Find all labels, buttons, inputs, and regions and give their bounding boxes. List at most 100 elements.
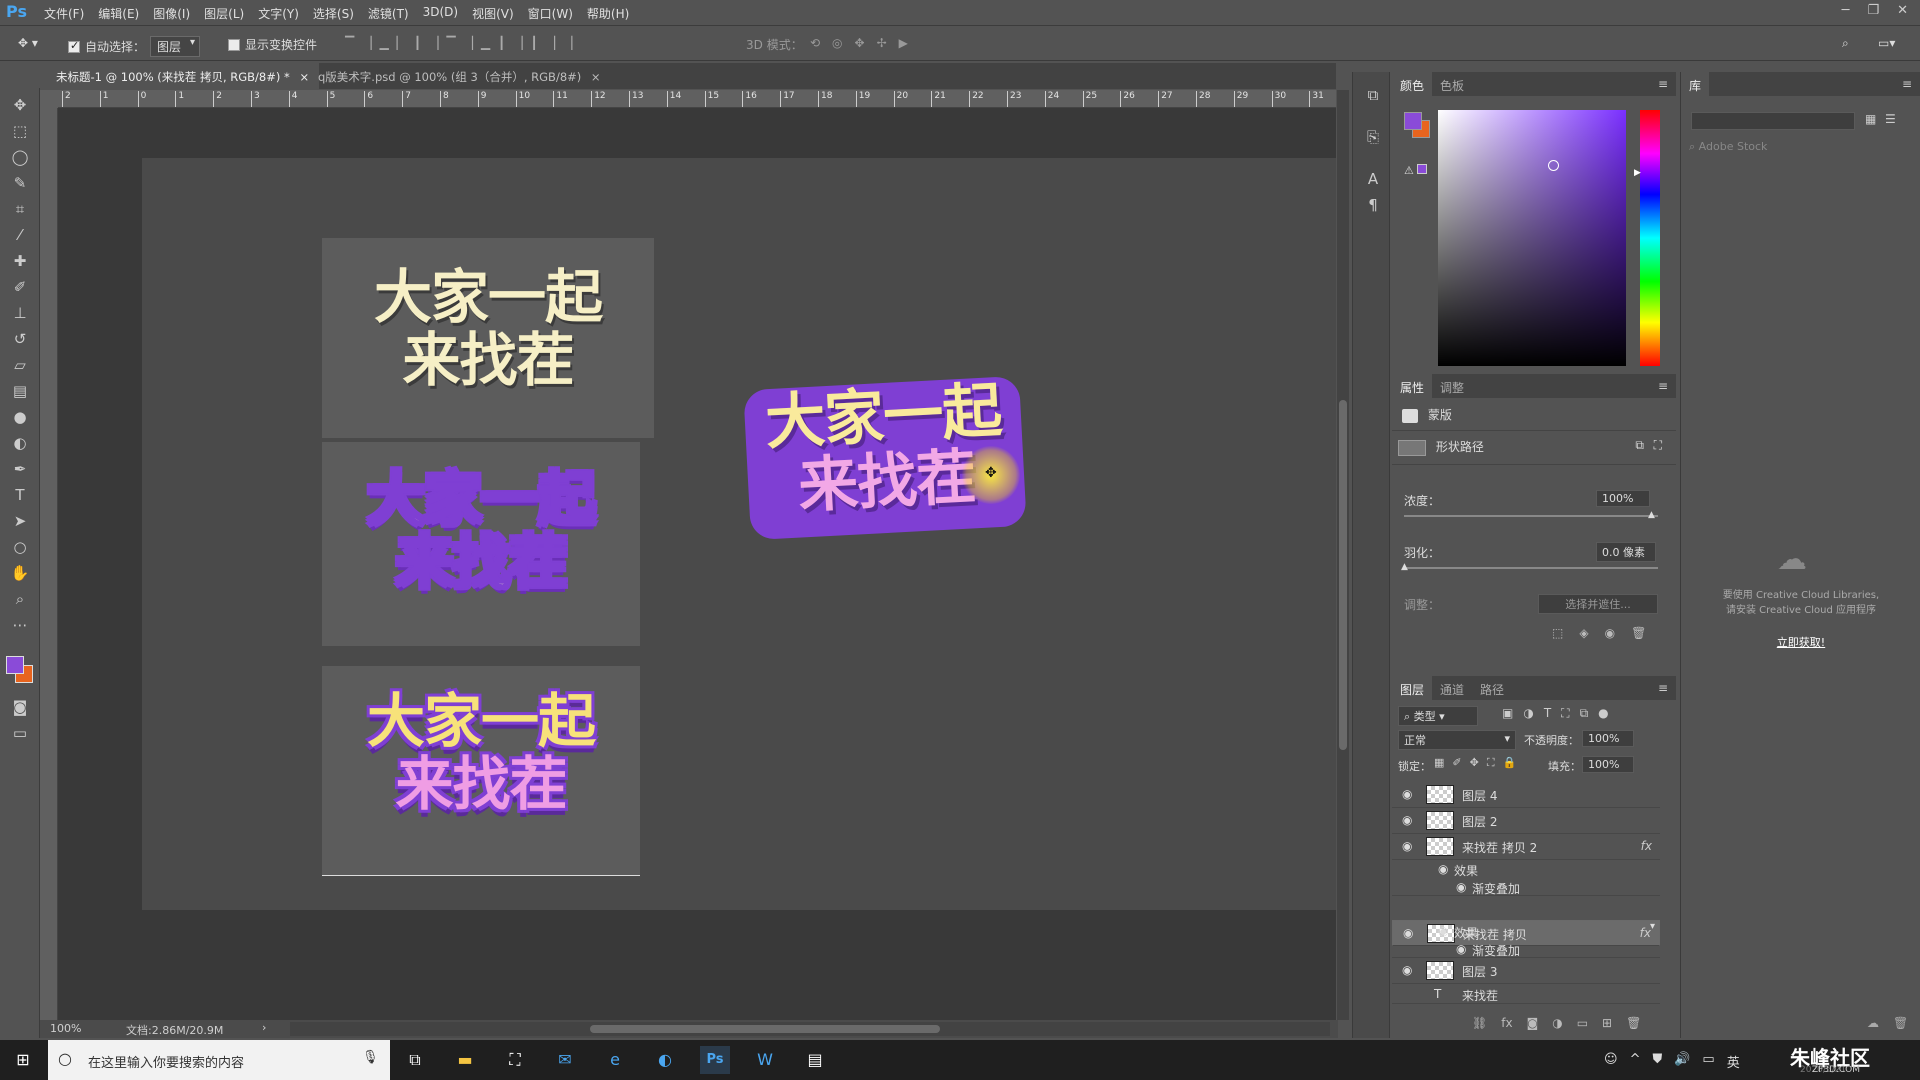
feather-field[interactable]: 0.0 像素: [1596, 542, 1656, 562]
cloud-sync-icon[interactable]: ☁: [1867, 1016, 1879, 1030]
apply-mask-icon[interactable]: ◈: [1579, 626, 1588, 640]
minimize-icon[interactable]: ─: [1842, 3, 1850, 18]
canvas-area[interactable]: 大家一起 来找茬 大家一起 来找茬 大家一起 来找茬 大家一起 来找茬 ✥: [58, 108, 1336, 1020]
move-tool-icon[interactable]: ✥ ▾: [18, 36, 38, 50]
panel-menu-icon[interactable]: ≡: [1658, 379, 1668, 393]
foreground-color-swatch[interactable]: [6, 656, 24, 674]
menu-view[interactable]: 视图(V): [472, 5, 514, 22]
menu-file[interactable]: 文件(F): [44, 5, 84, 22]
windows-start-icon[interactable]: ⊞: [8, 1046, 38, 1074]
load-selection-icon[interactable]: ⬚: [1552, 626, 1563, 640]
layer-row[interactable]: ◉ 来找茬 拷贝 2 fx: [1392, 834, 1660, 860]
close-icon[interactable]: ×: [591, 70, 601, 84]
blend-mode-dropdown[interactable]: 正常 ▾: [1398, 730, 1516, 750]
path-select-icon[interactable]: ➤: [8, 510, 32, 532]
lock-transparent-icon[interactable]: ▦: [1434, 756, 1444, 770]
list-view-icon[interactable]: ☰: [1885, 112, 1896, 126]
density-field[interactable]: 100%: [1596, 490, 1650, 507]
move-tool-icon[interactable]: ✥: [8, 94, 32, 116]
menu-help[interactable]: 帮助(H): [587, 5, 629, 22]
effect-row[interactable]: ◉ 渐变叠加: [1392, 878, 1660, 896]
document-canvas[interactable]: 大家一起 来找茬 大家一起 来找茬 大家一起 来找茬 大家一起 来找茬 ✥: [142, 158, 1336, 910]
lock-all-icon[interactable]: 🔒: [1503, 756, 1517, 770]
eye-icon[interactable]: ◉: [1402, 787, 1412, 801]
opacity-field[interactable]: 100%: [1582, 730, 1634, 747]
close-icon[interactable]: ✕: [1897, 3, 1908, 18]
word-icon[interactable]: W: [750, 1046, 780, 1074]
layer-row[interactable]: ◉ 图层 4: [1392, 782, 1660, 808]
smart-filter-icon[interactable]: ⧉: [1580, 706, 1589, 721]
tab-q-art[interactable]: q版美术字.psd @ 100% (组 3（合并）, RGB/8#) ×: [308, 63, 611, 89]
type-tool-icon[interactable]: T: [8, 484, 32, 506]
lasso-tool-icon[interactable]: ◯: [8, 146, 32, 168]
hand-tool-icon[interactable]: ✋: [8, 562, 32, 584]
adjust-filter-icon[interactable]: ◑: [1523, 706, 1533, 721]
stamp-tool-icon[interactable]: ⊥: [8, 302, 32, 324]
menu-select[interactable]: 选择(S): [313, 5, 354, 22]
select-and-mask-button[interactable]: 选择并遮住...: [1538, 594, 1658, 614]
dodge-tool-icon[interactable]: ◐: [8, 432, 32, 454]
ime-indicator[interactable]: 英: [1727, 1052, 1740, 1071]
panel-menu-icon[interactable]: ≡: [1658, 681, 1668, 695]
tab-paths[interactable]: 路径: [1472, 676, 1512, 700]
tab-channels[interactable]: 通道: [1432, 676, 1472, 700]
brush-tool-icon[interactable]: ✐: [8, 276, 32, 298]
scroll-thumb[interactable]: [590, 1025, 940, 1033]
store-icon[interactable]: ⛶: [500, 1046, 530, 1074]
people-icon[interactable]: ☺: [1604, 1052, 1618, 1071]
screen-mode-icon[interactable]: ▭: [8, 722, 32, 744]
mail-icon[interactable]: ✉: [550, 1046, 580, 1074]
tab-untitled[interactable]: 未标题-1 @ 100% (来找茬 拷贝, RGB/8#) * ×: [46, 63, 320, 89]
healing-brush-icon[interactable]: ✚: [8, 250, 32, 272]
layer-row[interactable]: ◉ 图层 3: [1392, 958, 1660, 984]
gradient-tool-icon[interactable]: ▤: [8, 380, 32, 402]
fill-field[interactable]: 100%: [1582, 756, 1634, 773]
blur-tool-icon[interactable]: ●: [8, 406, 32, 428]
menu-filter[interactable]: 滤镜(T): [368, 5, 409, 22]
eye-icon[interactable]: ◉: [1438, 924, 1448, 938]
workspace-icon[interactable]: ▭▾: [1878, 36, 1895, 50]
paragraph-icon[interactable]: ¶: [1362, 196, 1384, 218]
zoom-tool-icon[interactable]: ⌕: [8, 588, 32, 610]
library-delete-icon[interactable]: 🗑: [1893, 1016, 1908, 1030]
browser-icon[interactable]: ◐: [650, 1046, 680, 1074]
microphone-icon[interactable]: 🎙: [362, 1050, 379, 1065]
character-icon[interactable]: A: [1362, 170, 1384, 192]
panel-menu-icon[interactable]: ≡: [1902, 77, 1912, 91]
layer-filter-dropdown[interactable]: ⌕ 类型 ▾: [1398, 706, 1478, 726]
auto-select-checkbox[interactable]: [68, 39, 80, 53]
effect-row[interactable]: ◉ 渐变叠加: [1392, 940, 1660, 958]
get-now-link[interactable]: 立即获取!: [1681, 634, 1920, 650]
scroll-thumb[interactable]: [1339, 400, 1347, 750]
marquee-tool-icon[interactable]: ⬚: [8, 120, 32, 142]
history-icon[interactable]: ⧉: [1362, 86, 1384, 108]
eye-icon[interactable]: ◉: [1402, 813, 1412, 827]
ellipse-tool-icon[interactable]: ○: [8, 536, 32, 558]
eyedropper-icon[interactable]: ⁄: [8, 224, 32, 246]
type-filter-icon[interactable]: T: [1544, 706, 1551, 721]
effects-row[interactable]: ◉ 效果: [1392, 860, 1660, 878]
fx-add-icon[interactable]: fx: [1501, 1016, 1512, 1030]
delete-icon[interactable]: 🗑: [1626, 1016, 1641, 1030]
add-mask-icon[interactable]: ◙: [1527, 1016, 1539, 1030]
fg-color-swatch[interactable]: [1404, 112, 1422, 130]
pen-tool-icon[interactable]: ✒: [8, 458, 32, 480]
app-icon[interactable]: ▤: [800, 1046, 830, 1074]
network-icon[interactable]: ▭: [1702, 1052, 1714, 1071]
eye-icon[interactable]: ◉: [1456, 880, 1466, 894]
delete-icon[interactable]: 🗑: [1631, 626, 1646, 640]
status-arrow-icon[interactable]: ›: [262, 1021, 266, 1034]
shape-path-row[interactable]: 形状路径 ⧉ ⛶: [1398, 438, 1670, 456]
quick-select-icon[interactable]: ✎: [8, 172, 32, 194]
eye-icon[interactable]: ◉: [1438, 862, 1448, 876]
menu-edit[interactable]: 编辑(E): [98, 5, 139, 22]
align-icons[interactable]: ▔▕▁▏┃▕▔▕▁┃▕┃▕▕: [345, 36, 580, 50]
security-icon[interactable]: ⛊: [1652, 1052, 1662, 1071]
lock-position-icon[interactable]: ✥: [1470, 756, 1479, 770]
feather-slider[interactable]: [1404, 567, 1658, 569]
auto-select-dropdown[interactable]: 图层: [150, 36, 201, 57]
eye-icon[interactable]: ◉: [1456, 942, 1466, 956]
adjustment-icon[interactable]: ◑: [1552, 1016, 1562, 1030]
file-explorer-icon[interactable]: ▬: [450, 1046, 480, 1074]
add-mask-icon[interactable]: ⧉: [1635, 438, 1644, 453]
